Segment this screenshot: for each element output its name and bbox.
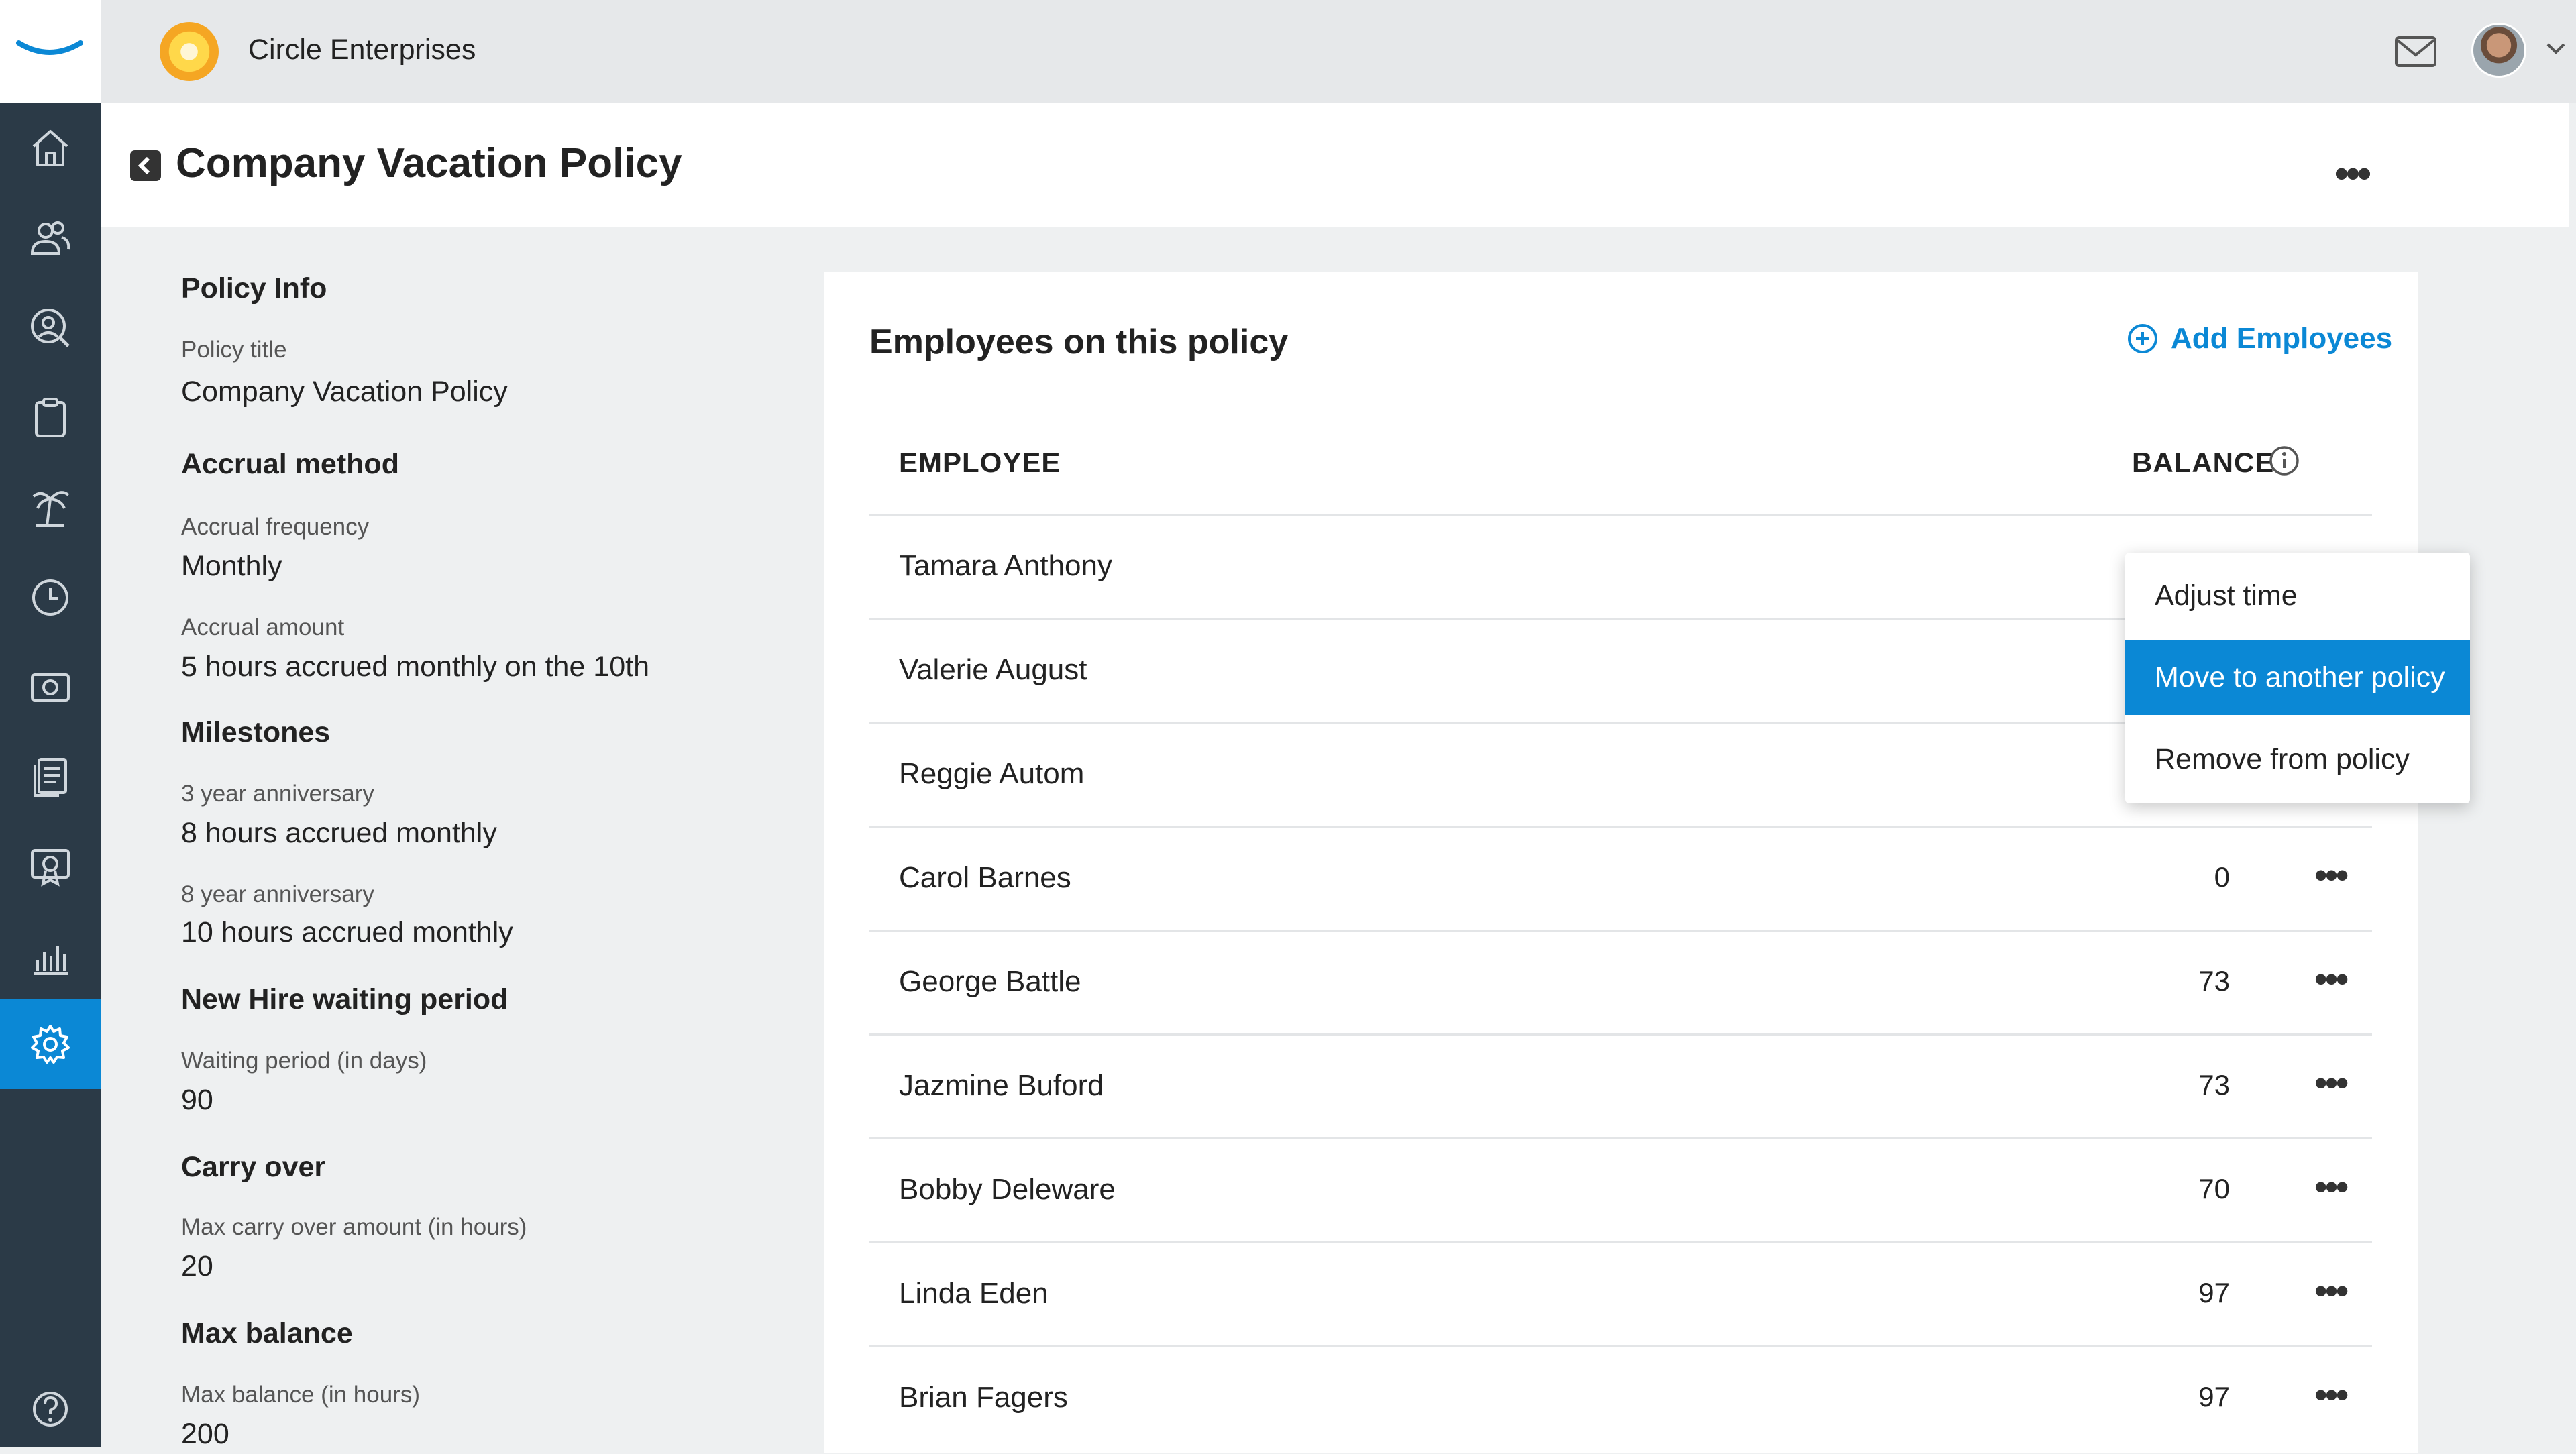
table-row[interactable]: Carol Barnes 0 ••• [869,826,2372,932]
nav-item-time-off[interactable] [0,463,101,553]
employee-balance: 73 [2198,1069,2230,1101]
employees-card: Employees on this policy Add Employees E… [824,272,2418,1453]
employee-name[interactable]: Valerie August [899,653,1087,687]
nav-item-reports[interactable] [0,912,101,1002]
side-nav [0,0,101,1447]
employee-balance: 70 [2198,1173,2230,1205]
accrual-method-heading: Accrual method [181,448,399,480]
milestone-2-value: 10 hours accrued monthly [181,916,513,948]
accrual-amount-label: Accrual amount [181,614,345,640]
certificate-icon [31,849,70,887]
bar-chart-icon [34,946,68,975]
nav-item-payroll[interactable] [0,642,101,732]
nav-item-settings[interactable] [0,999,101,1089]
row-more-options-icon[interactable]: ••• [2314,854,2349,896]
row-more-options-icon[interactable]: ••• [2314,1374,2349,1416]
org-name[interactable]: Circle Enterprises [248,34,476,66]
app-logo[interactable] [0,0,101,103]
policy-title-value: Company Vacation Policy [181,376,508,408]
add-employees-button[interactable]: Add Employees [2127,322,2392,355]
chevron-down-icon[interactable] [2545,42,2567,56]
employee-balance: 97 [2198,1381,2230,1412]
clock-icon [32,579,68,616]
nav-item-people[interactable] [0,193,101,283]
back-icon[interactable] [130,150,161,181]
documents-icon [34,758,67,797]
accrual-frequency-value: Monthly [181,550,282,582]
info-icon[interactable] [2267,444,2301,478]
add-employees-label: Add Employees [2171,322,2393,355]
nav-item-help[interactable] [0,1364,101,1454]
palm-tree-icon [32,491,70,527]
milestone-1-label: 3 year anniversary [181,781,374,807]
nav-item-documents[interactable] [0,732,101,822]
table-row[interactable]: Bobby Deleware 70 ••• [869,1137,2372,1243]
waiting-period-heading: New Hire waiting period [181,983,508,1015]
column-header-employee[interactable]: EMPLOYEE [899,447,1061,479]
milestone-2-label: 8 year anniversary [181,881,374,907]
milestone-1-value: 8 hours accrued monthly [181,817,497,849]
menu-item-move-to-another-policy[interactable]: Move to another policy [2125,640,2470,715]
money-icon [31,673,70,702]
accrual-amount-value: 5 hours accrued monthly on the 10th [181,651,649,683]
row-more-options-icon[interactable]: ••• [2314,1166,2349,1208]
nav-item-clock[interactable] [0,553,101,642]
help-icon [33,1392,68,1427]
smile-logo-icon [16,40,83,55]
home-icon [32,130,68,166]
user-avatar[interactable] [2471,23,2526,78]
employee-name[interactable]: George Battle [899,965,1081,999]
employees-card-title: Employees on this policy [869,323,1289,361]
table-row[interactable]: Brian Fagers 97 ••• [869,1345,2372,1451]
employee-balance: 73 [2198,965,2230,997]
waiting-period-label: Waiting period (in days) [181,1048,427,1074]
table-row[interactable]: Linda Eden 97 ••• [869,1241,2372,1347]
page-title: Company Vacation Policy [176,140,682,186]
page-header: Company Vacation Policy ••• [101,103,2569,227]
accrual-frequency-label: Accrual frequency [181,514,370,540]
org-logo-icon [160,22,219,81]
nav-item-certificates[interactable] [0,822,101,912]
people-icon [30,221,70,255]
person-search-icon [31,309,70,347]
table-row[interactable]: Jazmine Buford 73 ••• [869,1033,2372,1139]
employee-name[interactable]: Jazmine Buford [899,1069,1104,1103]
clipboard-icon [35,398,66,437]
row-more-options-icon[interactable]: ••• [2314,958,2349,1000]
mail-icon[interactable] [2394,30,2438,74]
row-actions-menu: Adjust time Move to another policy Remov… [2125,553,2470,803]
employee-name[interactable]: Reggie Autom [899,757,1084,791]
menu-item-adjust-time[interactable]: Adjust time [2125,558,2470,633]
employee-name[interactable]: Brian Fagers [899,1381,1068,1414]
max-balance-value: 200 [181,1418,229,1450]
menu-item-remove-from-policy[interactable]: Remove from policy [2125,722,2470,797]
table-row[interactable]: George Battle 73 ••• [869,930,2372,1036]
row-more-options-icon[interactable]: ••• [2314,1270,2349,1312]
waiting-period-value: 90 [181,1084,213,1116]
row-more-options-icon[interactable]: ••• [2314,1062,2349,1104]
employee-name[interactable]: Carol Barnes [899,861,1071,895]
nav-item-home[interactable] [0,103,101,193]
milestones-heading: Milestones [181,716,331,748]
nav-item-clipboard[interactable] [0,373,101,463]
more-options-icon[interactable]: ••• [2334,150,2371,197]
carry-over-label: Max carry over amount (in hours) [181,1214,527,1240]
carry-over-heading: Carry over [181,1151,326,1183]
carry-over-value: 20 [181,1250,213,1282]
column-header-balance[interactable]: BALANCE [2132,447,2274,479]
employee-balance: 0 [2214,861,2230,893]
max-balance-label: Max balance (in hours) [181,1382,420,1408]
policy-title-label: Policy title [181,337,287,363]
employee-name[interactable]: Bobby Deleware [899,1173,1116,1207]
employee-balance: 97 [2198,1277,2230,1308]
employee-name[interactable]: Tamara Anthony [899,549,1112,583]
top-bar: Circle Enterprises [101,0,2576,103]
max-balance-heading: Max balance [181,1317,353,1349]
gear-icon [31,1025,70,1064]
plus-circle-icon [2128,324,2157,353]
policy-info-heading: Policy Info [181,272,327,304]
employee-name[interactable]: Linda Eden [899,1277,1049,1310]
nav-item-person-search[interactable] [0,283,101,373]
